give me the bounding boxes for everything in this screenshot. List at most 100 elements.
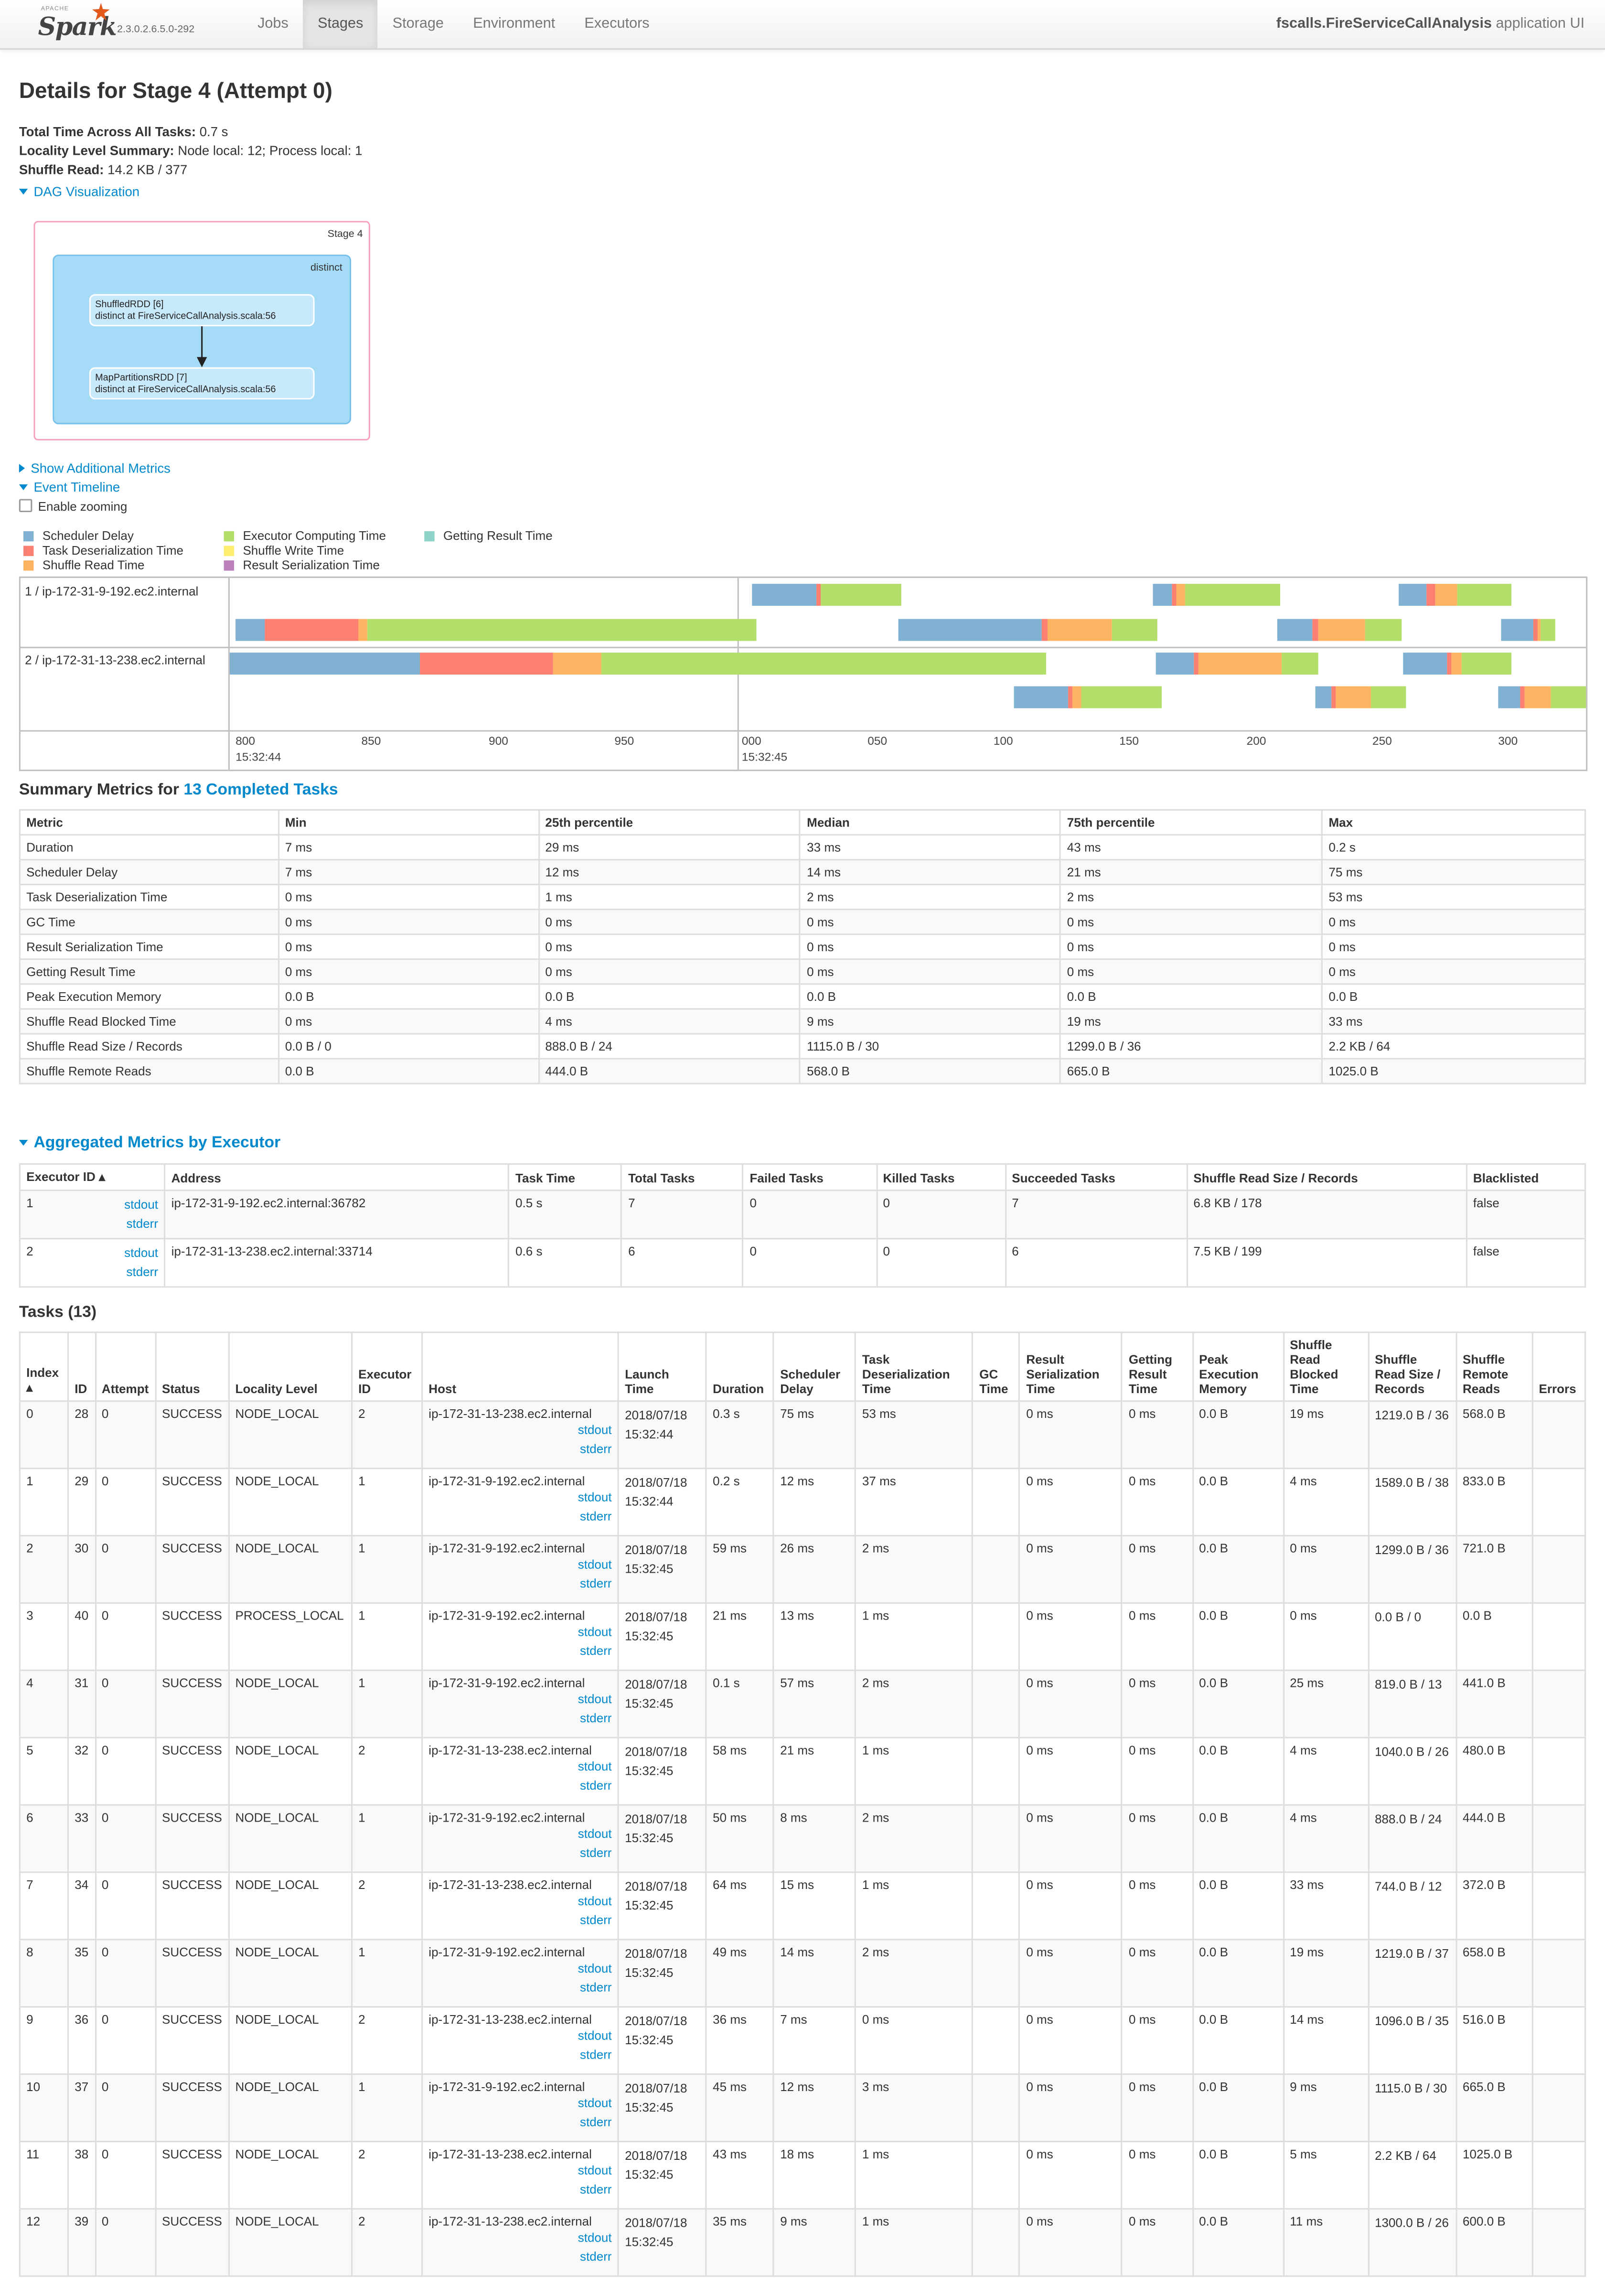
stderr-link[interactable]: stderr (580, 2114, 612, 2129)
spark-logo[interactable]: APACHE Spark (38, 3, 117, 43)
stdout-link[interactable]: stdout (578, 1826, 612, 1841)
column-header[interactable]: Peak Execution Memory (1191, 1331, 1284, 1402)
column-header[interactable]: Locality Level (228, 1331, 353, 1402)
stdout-link[interactable]: stdout (578, 1893, 612, 1908)
column-header[interactable]: Errors (1531, 1331, 1586, 1402)
column-header[interactable]: 75th percentile (1059, 809, 1323, 836)
stderr-link[interactable]: stderr (580, 1643, 612, 1658)
task-bar[interactable] (229, 653, 1046, 675)
task-shuffle-remote-reads: 600.0 B (1455, 2208, 1533, 2277)
table-row: 12 39 0 SUCCESS NODE_LOCAL 2 ip-172-31-13-238.… (19, 2208, 1586, 2277)
task-bar[interactable] (752, 584, 901, 606)
stderr-link[interactable]: stderr (580, 2182, 612, 2197)
column-header[interactable]: Failed Tasks (742, 1163, 877, 1191)
stderr-link[interactable]: stderr (126, 1216, 158, 1231)
column-header[interactable]: Min (278, 809, 540, 836)
stderr-link[interactable]: stderr (580, 1441, 612, 1456)
stdout-link[interactable]: stdout (578, 1759, 612, 1774)
column-header[interactable]: Blacklisted (1466, 1163, 1586, 1191)
tab-environment[interactable]: Environment (459, 0, 570, 48)
tab-storage[interactable]: Storage (378, 0, 459, 48)
stdout-link[interactable]: stdout (578, 1961, 612, 1975)
column-header[interactable]: Getting Result Time (1121, 1331, 1193, 1402)
column-header[interactable]: Task Deserialization Time (855, 1331, 974, 1402)
stdout-link[interactable]: stdout (578, 1692, 612, 1706)
column-header[interactable]: Max (1321, 809, 1586, 836)
stderr-link[interactable]: stderr (580, 1980, 612, 1995)
show-additional-metrics-toggle[interactable]: Show Additional Metrics (19, 460, 171, 479)
task-bar[interactable] (1498, 686, 1586, 708)
column-header[interactable]: Task Time (508, 1163, 622, 1191)
task-bar[interactable] (1501, 619, 1555, 641)
tab-jobs[interactable]: Jobs (243, 0, 303, 48)
column-header[interactable]: GC Time (972, 1331, 1021, 1402)
stderr-link[interactable]: stderr (580, 1778, 612, 1792)
column-header[interactable]: ID (67, 1331, 96, 1402)
column-header[interactable]: Host (421, 1331, 619, 1402)
column-header[interactable]: Executor ID (351, 1331, 423, 1402)
column-header[interactable]: Total Tasks (621, 1163, 744, 1191)
stdout-link[interactable]: stdout (578, 2163, 612, 2178)
stdout-link[interactable]: stdout (578, 2230, 612, 2245)
task-bar[interactable] (1014, 686, 1162, 708)
column-header[interactable]: Duration (705, 1331, 774, 1402)
task-bar[interactable] (1156, 653, 1318, 675)
task-attempt: 0 (94, 1669, 156, 1738)
dag-toggle[interactable]: DAG Visualization (19, 183, 363, 202)
task-status: SUCCESS (154, 2006, 230, 2075)
completed-tasks-link[interactable]: 13 Completed Tasks (183, 782, 338, 799)
stderr-link[interactable]: stderr (580, 2047, 612, 2062)
column-header[interactable]: Shuffle Read Blocked Time (1282, 1331, 1369, 1402)
tab-executors[interactable]: Executors (570, 0, 664, 48)
dag-node-shuffled-rdd[interactable]: ShuffledRDD [6] distinct at FireServiceC… (89, 294, 315, 327)
column-header[interactable]: Median (799, 809, 1061, 836)
task-host-cell: ip-172-31-9-192.ec2.internal stdout stderr (421, 2073, 619, 2143)
stderr-link[interactable]: stderr (580, 1509, 612, 1524)
stdout-link[interactable]: stdout (124, 1197, 158, 1212)
column-header[interactable]: Shuffle Read Size / Records (1186, 1163, 1467, 1191)
zoom-checkbox[interactable] (19, 499, 32, 513)
task-bar[interactable] (1403, 653, 1511, 675)
event-timeline[interactable]: 1 / ip-172-31-9-192.ec2.internal 2 / ip-… (19, 576, 1588, 772)
event-timeline-toggle[interactable]: Event Timeline (19, 479, 171, 498)
column-header[interactable]: Launch Time (617, 1331, 707, 1402)
column-header[interactable]: Succeeded Tasks (1004, 1163, 1188, 1191)
stdout-link[interactable]: stdout (578, 2028, 612, 2043)
enable-zooming[interactable]: Enable zooming (19, 497, 171, 516)
stderr-link[interactable]: stderr (580, 1711, 612, 1726)
task-bar[interactable] (235, 619, 757, 641)
column-header[interactable]: 25th percentile (538, 809, 801, 836)
stdout-link[interactable]: stdout (578, 1422, 612, 1437)
stderr-link[interactable]: stderr (126, 1264, 158, 1279)
stdout-link[interactable]: stdout (578, 1490, 612, 1504)
column-header[interactable]: Shuffle Read Size / Records (1367, 1331, 1457, 1402)
dag-node-mappartitions-rdd[interactable]: MapPartitionsRDD [7] distinct at FireSer… (89, 367, 315, 400)
column-header[interactable]: Index ▴ (19, 1331, 69, 1402)
column-header[interactable]: Status (154, 1331, 230, 1402)
column-header[interactable]: Metric (19, 809, 279, 836)
stderr-link[interactable]: stderr (580, 1845, 612, 1860)
stdout-link[interactable]: stdout (578, 2095, 612, 2110)
aggregated-metrics-heading[interactable]: Aggregated Metrics by Executor (19, 1134, 280, 1152)
column-header[interactable]: Address (164, 1163, 510, 1191)
column-header[interactable]: Killed Tasks (876, 1163, 1006, 1191)
task-bar[interactable] (1277, 619, 1402, 641)
column-header[interactable]: Result Serialization Time (1019, 1331, 1123, 1402)
stderr-link[interactable]: stderr (580, 1912, 612, 1927)
column-header[interactable]: Executor ID ▴ (19, 1163, 166, 1191)
task-bar[interactable] (1315, 686, 1406, 708)
stdout-link[interactable]: stdout (124, 1245, 158, 1260)
stdout-link[interactable]: stdout (578, 1624, 612, 1639)
tab-stages[interactable]: Stages (303, 0, 378, 49)
stderr-link[interactable]: stderr (580, 1576, 612, 1591)
stderr-link[interactable]: stderr (580, 2249, 612, 2264)
column-header[interactable]: Shuffle Remote Reads (1455, 1331, 1533, 1402)
task-bar[interactable] (1399, 584, 1511, 606)
stdout-link[interactable]: stdout (578, 1557, 612, 1572)
task-bar[interactable] (1153, 584, 1281, 606)
app-name: fscalls.FireServiceCallAnalysis (1276, 16, 1492, 32)
column-header[interactable]: Attempt (94, 1331, 156, 1402)
task-peak-memory: 0.0 B (1191, 2006, 1284, 2075)
column-header[interactable]: Scheduler Delay (772, 1331, 856, 1402)
task-bar[interactable] (898, 619, 1157, 641)
